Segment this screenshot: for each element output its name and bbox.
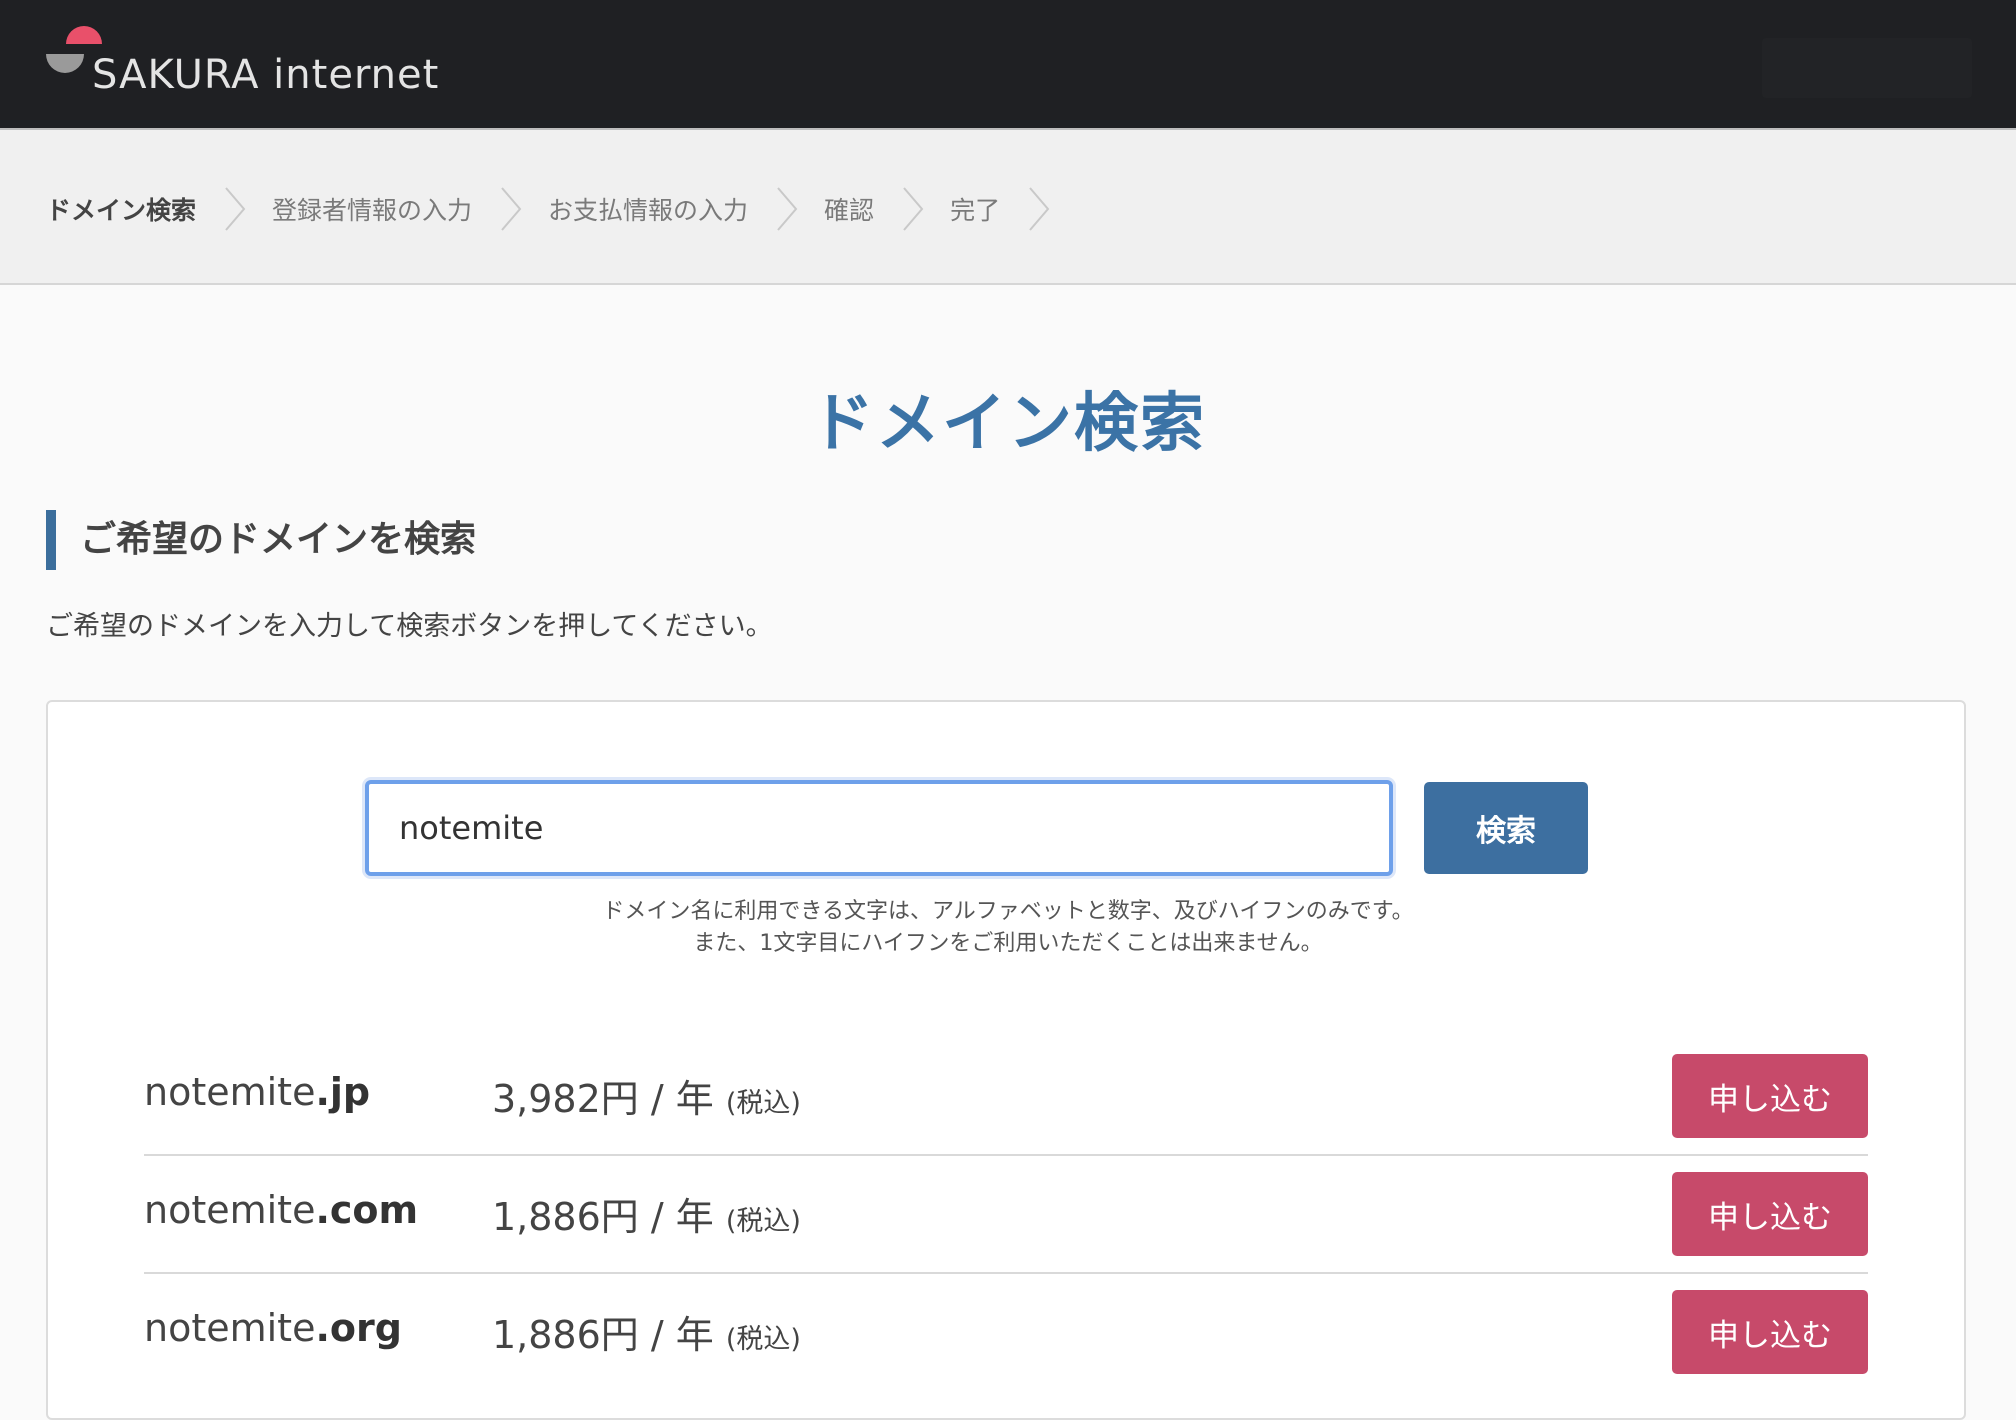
domain-price: 1,886円 / 年 (税込) (492, 1195, 801, 1239)
result-row: notemite.jp 3,982円 / 年 (税込) 申し込む (144, 1038, 1868, 1156)
domain-name: notemite.jp (144, 1070, 371, 1114)
domain-name: notemite.org (144, 1306, 402, 1350)
step-domain-search: ドメイン検索 (46, 196, 197, 225)
domain-name: notemite.com (144, 1188, 419, 1232)
apply-button[interactable]: 申し込む (1672, 1290, 1868, 1374)
search-hint-line1: ドメイン名に利用できる文字は、アルファベットと数字、及びハイフンのみです。 (602, 899, 1414, 924)
page-title: ドメイン検索 (810, 387, 1206, 461)
progress-steps: ドメイン検索 登録者情報の入力 お支払情報の入力 確認 完了 (0, 130, 2016, 285)
domain-search-input[interactable] (365, 780, 1393, 876)
result-row: notemite.com 1,886円 / 年 (税込) 申し込む (144, 1156, 1868, 1274)
chevron-right-icon (225, 187, 246, 231)
domain-price: 1,886円 / 年 (税込) (492, 1313, 801, 1357)
top-header: SAKURA internet (0, 0, 2016, 130)
domain-price: 3,982円 / 年 (税込) (492, 1077, 801, 1121)
logo-text: SAKURA internet (92, 52, 440, 98)
section-heading: ご希望のドメインを検索 (46, 510, 476, 570)
step-payment-info: お支払情報の入力 (548, 196, 749, 225)
chevron-right-icon (1029, 187, 1050, 231)
header-right-area (1762, 38, 1972, 98)
apply-button[interactable]: 申し込む (1672, 1172, 1868, 1256)
chevron-right-icon (501, 187, 522, 231)
apply-button[interactable]: 申し込む (1672, 1054, 1868, 1138)
search-hint-line2: また、1文字目にハイフンをご利用いただくことは出来ません。 (693, 931, 1323, 956)
step-confirm: 確認 (824, 196, 875, 225)
chevron-right-icon (903, 187, 924, 231)
step-registrant-info: 登録者情報の入力 (272, 196, 473, 225)
step-complete: 完了 (950, 196, 1001, 225)
result-row: notemite.org 1,886円 / 年 (税込) 申し込む (144, 1274, 1868, 1392)
search-button[interactable]: 検索 (1424, 782, 1588, 874)
section-description: ご希望のドメインを入力して検索ボタンを押してください。 (46, 611, 773, 642)
chevron-right-icon (777, 187, 798, 231)
